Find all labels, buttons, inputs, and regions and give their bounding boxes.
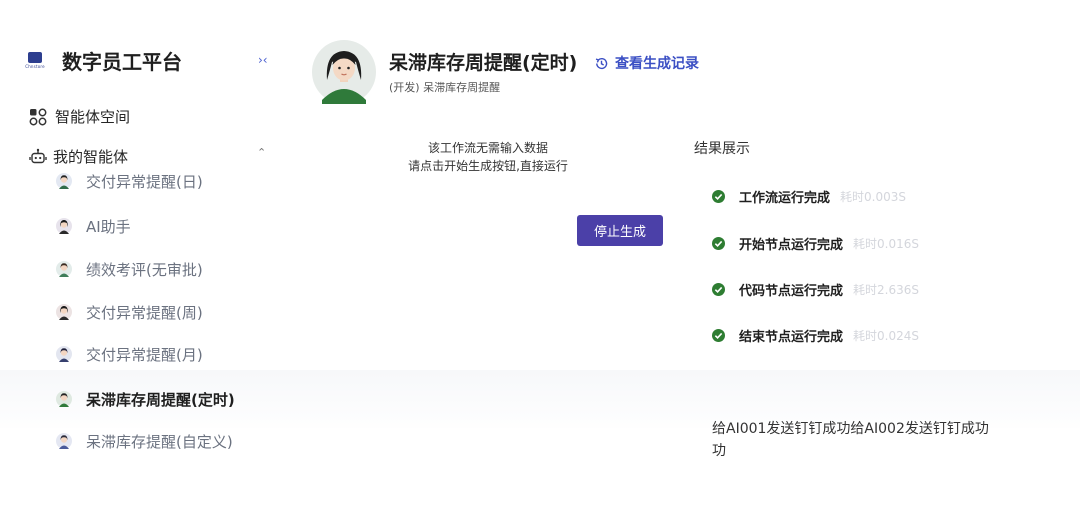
- stop-generation-button[interactable]: 停止生成: [577, 215, 663, 246]
- sidebar: Chnstore 数字员工平台 ›‹ 智能体空间 我的智能体 ⌃ 交付异常提醒(…: [0, 0, 290, 509]
- output-line: 功: [712, 443, 726, 459]
- agent-item-label: 交付异常提醒(月): [86, 345, 203, 364]
- agent-item-label: 绩效考评(无审批): [86, 260, 203, 279]
- step-label: 开始节点运行完成: [739, 238, 844, 253]
- check-circle-icon: [712, 329, 725, 342]
- person-avatar-icon: [56, 391, 72, 407]
- view-history-link[interactable]: 查看生成记录: [594, 53, 699, 73]
- notice-line: 该工作流无需输入数据: [427, 141, 548, 155]
- output-line: 给AI001发送钉钉成功给AI002发送钉钉成功: [712, 421, 989, 437]
- page-subtitle: (开发) 呆滞库存周提醒: [389, 81, 501, 94]
- person-avatar-icon: [56, 346, 72, 362]
- brand-logo-icon: Chnstore: [24, 50, 46, 72]
- step-duration: 耗时2.636S: [853, 283, 919, 297]
- collapse-sidebar-button[interactable]: ›‹: [258, 53, 268, 67]
- brand-title: 数字员工平台: [62, 50, 182, 74]
- result-output: 给AI001发送钉钉成功给AI002发送钉钉成功 功: [712, 418, 1032, 462]
- step-label: 工作流运行完成: [739, 191, 831, 206]
- step-duration: 耗时0.003S: [840, 190, 906, 204]
- view-history-label: 查看生成记录: [615, 56, 699, 72]
- step-status: 代码节点运行完成 耗时2.636S: [712, 280, 919, 299]
- person-avatar-icon: [56, 218, 72, 234]
- sidebar-item-my-agents[interactable]: 我的智能体 ⌃: [29, 146, 273, 167]
- agent-item[interactable]: 绩效考评(无审批): [56, 255, 203, 283]
- step-duration: 耗时0.024S: [853, 329, 919, 343]
- sidebar-item-label: 智能体空间: [55, 108, 131, 126]
- step-status: 开始节点运行完成 耗时0.016S: [712, 234, 919, 253]
- step-status: 工作流运行完成 耗时0.003S: [712, 187, 906, 206]
- grid-icon: [29, 108, 47, 125]
- step-status: 结束节点运行完成 耗时0.024S: [712, 326, 919, 345]
- check-circle-icon: [712, 190, 725, 203]
- notice-line: 请点击开始生成按钮,直接运行: [408, 159, 568, 173]
- agent-item[interactable]: 交付异常提醒(日): [56, 167, 203, 195]
- sidebar-item-agent-space[interactable]: 智能体空间: [29, 106, 130, 127]
- results-title: 结果展示: [694, 141, 750, 157]
- check-circle-icon: [712, 237, 725, 250]
- agent-item-active[interactable]: 呆滞库存周提醒(定时): [56, 385, 235, 413]
- chevron-up-icon[interactable]: ⌃: [257, 146, 266, 159]
- agent-item[interactable]: 交付异常提醒(月): [56, 340, 203, 368]
- person-avatar-icon: [56, 261, 72, 277]
- page-title: 呆滞库存周提醒(定时): [389, 52, 578, 74]
- step-label: 结束节点运行完成: [739, 330, 844, 345]
- history-icon: [595, 57, 608, 69]
- person-avatar-icon: [56, 173, 72, 189]
- step-label: 代码节点运行完成: [739, 284, 844, 299]
- no-input-notice: 该工作流无需输入数据 请点击开始生成按钮,直接运行: [380, 139, 596, 175]
- agent-item[interactable]: 呆滞库存提醒(自定义): [56, 427, 233, 455]
- sidebar-item-label: 我的智能体: [53, 148, 129, 166]
- check-circle-icon: [712, 283, 725, 296]
- brand: Chnstore 数字员工平台: [24, 46, 182, 75]
- agent-avatar: [312, 40, 376, 104]
- person-avatar-icon: [56, 433, 72, 449]
- agent-item-label: 呆滞库存周提醒(定时): [86, 390, 235, 409]
- robot-icon: [29, 148, 47, 163]
- person-avatar-icon: [56, 304, 72, 320]
- agent-item-label: AI助手: [86, 217, 131, 236]
- agent-item[interactable]: AI助手: [56, 212, 131, 240]
- agent-item-label: 交付异常提醒(周): [86, 303, 203, 322]
- agent-item[interactable]: 交付异常提醒(周): [56, 298, 203, 326]
- agent-item-label: 呆滞库存提醒(自定义): [86, 432, 233, 451]
- agent-item-label: 交付异常提醒(日): [86, 172, 203, 191]
- step-duration: 耗时0.016S: [853, 237, 919, 251]
